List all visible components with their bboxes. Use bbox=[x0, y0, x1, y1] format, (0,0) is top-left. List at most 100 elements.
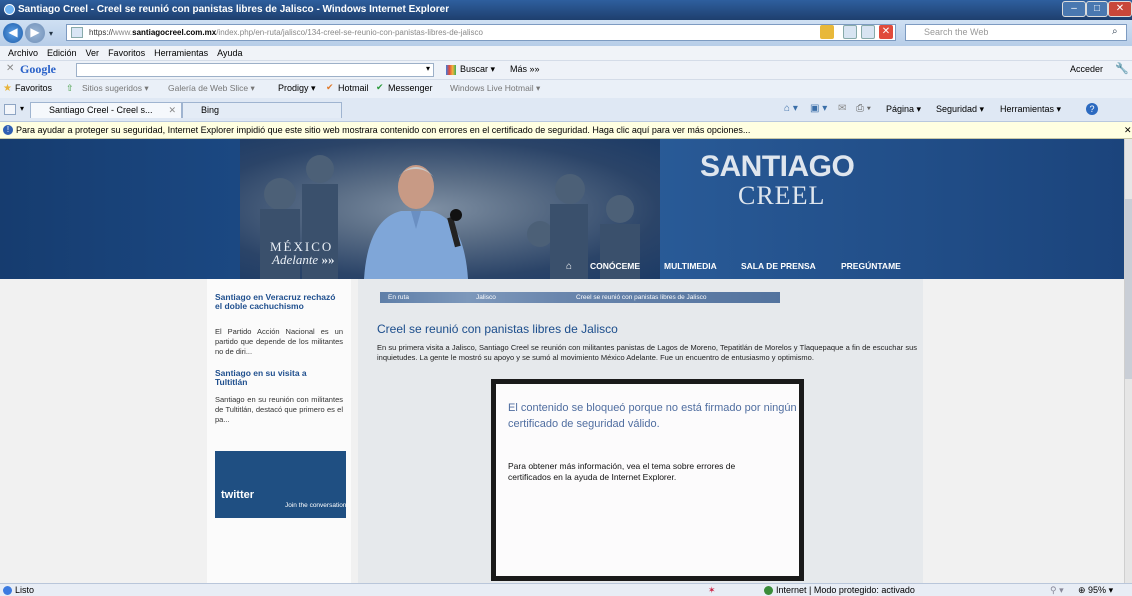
recent-pages-dropdown-icon[interactable]: ▾ bbox=[49, 29, 53, 38]
status-bar: Listo ✶ Internet | Modo protegido: activ… bbox=[0, 583, 1132, 596]
address-toolbar: ◀ ▶ ▾ https://www.santiagocreel.com.mx/i… bbox=[0, 20, 1132, 46]
url-scheme: https:// bbox=[89, 28, 114, 37]
close-infobar-icon[interactable]: ✕ bbox=[1124, 122, 1132, 138]
stop-icon[interactable]: ✕ bbox=[879, 25, 893, 39]
favorites-bar: ★ Favoritos ⇧ Sitios sugeridos ▾ Galería… bbox=[0, 80, 1132, 98]
tools-menu[interactable]: Herramientas ▾ bbox=[1000, 104, 1061, 115]
favorites-button[interactable]: Favoritos bbox=[15, 83, 52, 93]
protected-mode-icon[interactable]: ⚲ ▾ bbox=[1050, 584, 1064, 596]
blocked-help-text: Para obtener más información, vea el tem… bbox=[508, 461, 736, 482]
breadcrumb-en-ruta[interactable]: En ruta bbox=[380, 292, 468, 303]
home-nav-icon[interactable]: ⌂ bbox=[566, 261, 572, 272]
status-globe-icon bbox=[3, 586, 12, 595]
menu-herramientas[interactable]: Herramientas bbox=[154, 46, 208, 60]
fav-messenger[interactable]: Messenger bbox=[388, 83, 433, 93]
vertical-scrollbar[interactable] bbox=[1124, 139, 1132, 583]
security-info-bar[interactable]: ! Para ayudar a proteger su seguridad, I… bbox=[0, 122, 1132, 139]
site-header: SANTIAGO CREEL MÉXICO Adelante »» ⌂ CONÓ… bbox=[0, 139, 1124, 279]
search-button-label: Buscar bbox=[460, 64, 489, 74]
fav-web-slice[interactable]: Galería de Web Slice ▾ bbox=[168, 83, 255, 94]
window-title: Santiago Creel - Creel se reunió con pan… bbox=[18, 4, 450, 15]
page-icon bbox=[71, 27, 83, 38]
breadcrumb-jalisco[interactable]: Jalisco bbox=[468, 292, 560, 303]
close-toolbar-icon[interactable]: ✕ bbox=[6, 63, 14, 74]
url-path: /index.php/en-ruta/jalisco/134-creel-se-… bbox=[216, 28, 483, 37]
google-search-icon bbox=[446, 65, 456, 75]
nav-preguntame[interactable]: PREGÚNTAME bbox=[841, 261, 901, 271]
fav-prodigy[interactable]: Prodigy ▾ bbox=[278, 83, 316, 94]
nav-sala-de-prensa[interactable]: SALA DE PRENSA bbox=[741, 261, 816, 271]
page-menu[interactable]: Página ▾ bbox=[886, 104, 921, 115]
home-icon[interactable]: ⌂ ▾ bbox=[784, 103, 798, 114]
print-icon[interactable]: ⎙ ▾ bbox=[856, 103, 871, 114]
infobar-text: Para ayudar a proteger su seguridad, Int… bbox=[16, 125, 751, 135]
feeds-icon[interactable]: ▣ ▾ bbox=[810, 103, 827, 114]
zoom-value: 95% bbox=[1088, 585, 1107, 595]
google-search-button[interactable]: Buscar ▾ bbox=[460, 64, 495, 75]
tab-list-dropdown-icon[interactable]: ▾ bbox=[20, 104, 24, 113]
sidebar-news-title-2[interactable]: Santiago en su visita a Tultitlán bbox=[215, 369, 340, 387]
mail-icon[interactable]: ✉ bbox=[838, 103, 846, 114]
add-favorites-icon[interactable]: ⇧ bbox=[66, 83, 74, 94]
menu-favoritos[interactable]: Favoritos bbox=[108, 46, 145, 60]
menu-archivo[interactable]: Archivo bbox=[8, 46, 38, 60]
close-button[interactable]: ✕ bbox=[1108, 1, 1132, 17]
signin-button[interactable]: Acceder bbox=[1070, 64, 1103, 74]
article-body: En su primera visita a Jalisco, Santiago… bbox=[377, 343, 917, 362]
menu-bar: Archivo Edición Ver Favoritos Herramientas Ay… bbox=[0, 46, 1132, 60]
menu-ayuda[interactable]: Ayuda bbox=[217, 46, 242, 60]
internet-zone-icon bbox=[764, 586, 773, 595]
blocked-content-box: El contenido se bloqueó porque no está f… bbox=[491, 379, 804, 581]
menu-ver[interactable]: Ver bbox=[86, 46, 100, 60]
quick-tabs-icon[interactable] bbox=[4, 104, 16, 115]
url-subdomain: www. bbox=[113, 28, 133, 37]
help-icon[interactable]: ? bbox=[1086, 103, 1098, 115]
maximize-button[interactable]: □ bbox=[1086, 1, 1108, 17]
tab-bing[interactable]: Bing bbox=[182, 102, 342, 118]
web-search-input[interactable]: Search the Web bbox=[905, 24, 1127, 41]
fav-windows-live-hotmail[interactable]: Windows Live Hotmail ▾ bbox=[450, 83, 540, 94]
scrollbar-thumb[interactable] bbox=[1125, 199, 1132, 379]
sidebar-news-text-1: El Partido Acción Nacional es un partido… bbox=[215, 327, 343, 356]
certificate-error-icon[interactable] bbox=[820, 25, 834, 39]
status-text: Listo bbox=[15, 585, 35, 595]
twitter-subtitle: Join the conversation bbox=[285, 502, 347, 509]
fav-hotmail[interactable]: Hotmail bbox=[338, 83, 369, 93]
close-tab-icon[interactable]: ✕ bbox=[168, 103, 176, 117]
compatibility-view-icon[interactable] bbox=[843, 25, 857, 39]
search-dropdown-icon[interactable]: ▾ bbox=[426, 64, 430, 73]
twitter-banner[interactable]: twitter Join the conversation bbox=[215, 451, 346, 518]
refresh-icon[interactable] bbox=[861, 25, 875, 39]
status-warning-icon[interactable]: ✶ bbox=[708, 584, 716, 596]
nav-multimedia[interactable]: MULTIMEDIA bbox=[664, 261, 717, 271]
minimize-button[interactable]: – bbox=[1062, 1, 1086, 17]
google-search-input[interactable] bbox=[76, 63, 434, 77]
wrench-icon[interactable]: 🔧 bbox=[1115, 62, 1129, 75]
breadcrumb-current: Creel se reunió con panistas libres de J… bbox=[560, 292, 780, 303]
brand-santiago: SANTIAGO bbox=[700, 150, 855, 183]
search-icon[interactable]: ⌕ bbox=[1112, 26, 1118, 37]
sidebar-news-text-2: Santiago en su reunión con militantes de… bbox=[215, 395, 343, 424]
tab-active-label: Santiago Creel - Creel s... bbox=[49, 105, 153, 115]
zoom-level[interactable]: ⊕ 95% ▾ bbox=[1078, 584, 1113, 596]
forward-button[interactable]: ▶ bbox=[25, 23, 45, 43]
security-menu[interactable]: Seguridad ▾ bbox=[936, 104, 984, 115]
tab-bing-label: Bing bbox=[201, 105, 220, 115]
security-zone[interactable]: Internet | Modo protegido: activado bbox=[776, 584, 915, 596]
back-button[interactable]: ◀ bbox=[3, 23, 23, 43]
sidebar: Santiago en Veracruz rechazó el doble ca… bbox=[207, 279, 351, 583]
tab-bar: ▾ Santiago Creel - Creel s... ✕ Bing ⌂ ▾ … bbox=[0, 98, 1132, 122]
address-input[interactable]: https://www.santiagocreel.com.mx/index.p… bbox=[66, 24, 896, 41]
sidebar-news-title-1[interactable]: Santiago en Veracruz rechazó el doble ca… bbox=[215, 293, 340, 311]
fav-sitios-sugeridos[interactable]: Sitios sugeridos ▾ bbox=[82, 83, 149, 94]
blocked-heading: El contenido se bloqueó porque no está f… bbox=[508, 402, 797, 430]
hotmail-icon: ✔ bbox=[326, 82, 334, 92]
brand-creel: CREEL bbox=[738, 181, 826, 210]
menu-edicion[interactable]: Edición bbox=[47, 46, 77, 60]
more-link[interactable]: Más »» bbox=[510, 64, 540, 74]
tab-santiago-creel[interactable]: Santiago Creel - Creel s... ✕ bbox=[30, 102, 182, 118]
messenger-icon: ✔ bbox=[376, 82, 384, 92]
google-logo: Google bbox=[20, 62, 56, 76]
favorites-star-icon: ★ bbox=[3, 83, 12, 94]
nav-conoceme[interactable]: CONÓCEME bbox=[590, 261, 640, 271]
